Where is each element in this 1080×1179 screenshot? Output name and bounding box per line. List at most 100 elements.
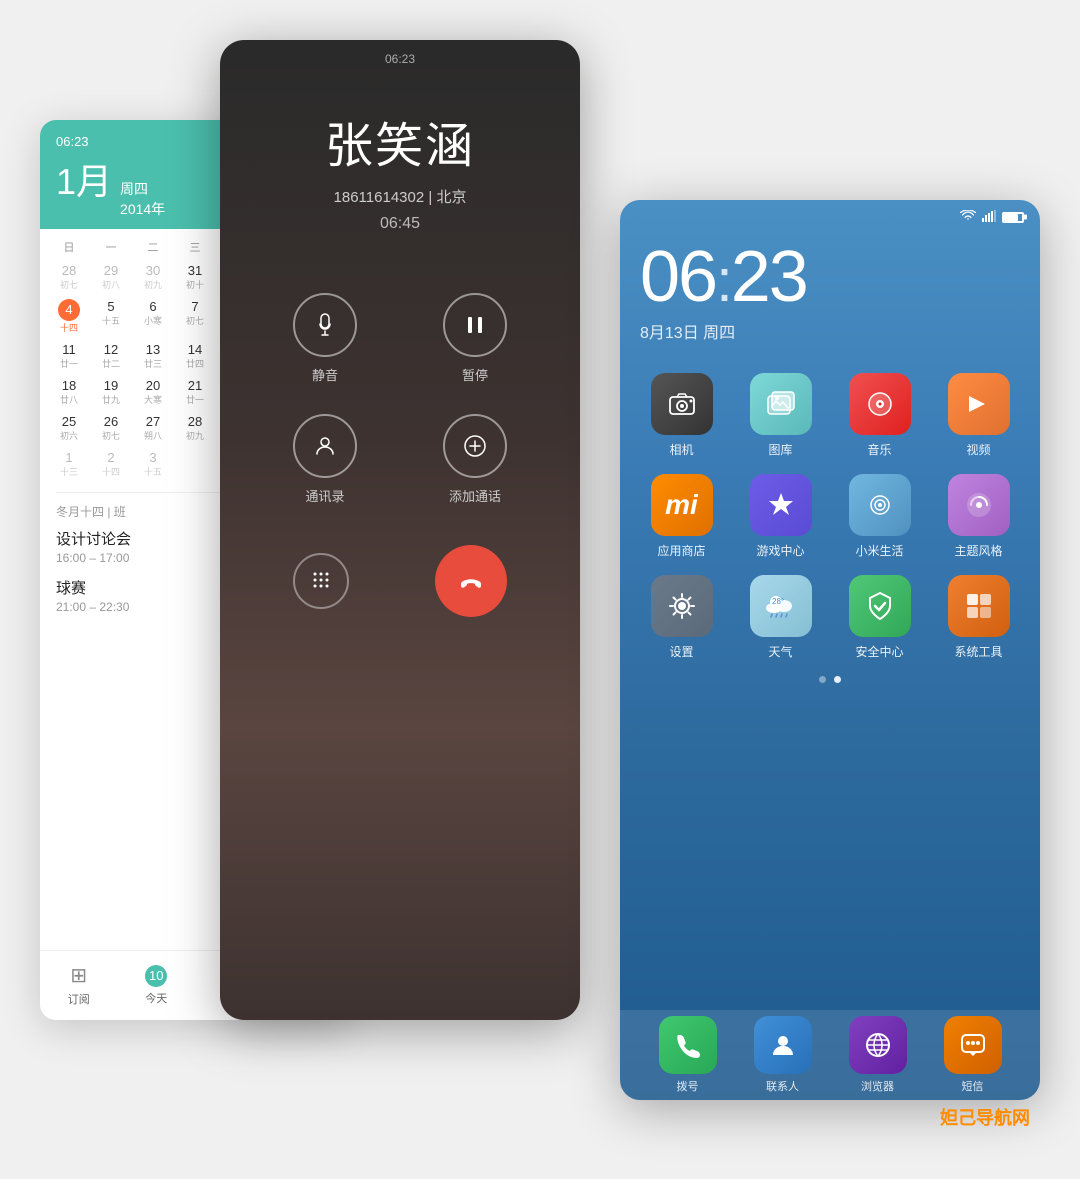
cal-day[interactable]: 19廿九 (90, 374, 132, 410)
home-screen: 06:23 8月13日 周四 相机 (620, 200, 1040, 1100)
browser-dock-label: 浏览器 (861, 1078, 894, 1094)
xiaomi-label: 小米生活 (855, 542, 903, 559)
dot-2[interactable] (834, 676, 841, 683)
clock-hours: 06 (640, 237, 716, 317)
toolbar-subscribe-label: 订阅 (68, 991, 90, 1007)
phone-dock-icon (659, 1016, 717, 1074)
phone-top-buttons: 静音 暂停 (220, 233, 580, 384)
camera-app-icon (651, 373, 713, 435)
cal-day[interactable]: 28初七 (48, 259, 90, 295)
contacts-dock-label: 联系人 (766, 1078, 799, 1094)
app-xiaomi[interactable]: 小米生活 (838, 474, 921, 559)
svg-text:28°: 28° (772, 597, 784, 606)
dock-browser[interactable]: 浏览器 (849, 1016, 907, 1094)
cal-day[interactable]: 12廿二 (90, 338, 132, 374)
cal-day[interactable]: 14廿四 (174, 338, 216, 374)
video-app-icon (948, 373, 1010, 435)
phone-duration: 06:45 (220, 215, 580, 233)
mic-icon (313, 313, 337, 337)
cal-day[interactable]: 25初六 (48, 410, 90, 446)
cal-day[interactable]: 1十三 (48, 446, 90, 482)
cal-day[interactable]: 2十四 (90, 446, 132, 482)
add-icon (463, 434, 487, 458)
dialpad-button[interactable] (293, 553, 349, 609)
weather-label: 天气 (768, 643, 792, 660)
pause-button[interactable]: 暂停 (443, 293, 507, 384)
add-call-icon-circle (443, 414, 507, 478)
add-call-button[interactable]: 添加通话 (443, 414, 507, 505)
pause-icon-circle (443, 293, 507, 357)
gallery-app-icon (750, 373, 812, 435)
mute-label: 静音 (312, 365, 338, 384)
security-label: 安全中心 (855, 643, 903, 660)
contacts-button[interactable]: 通讯录 (293, 414, 357, 505)
watermark: 妲己导航网 (940, 1104, 1030, 1130)
cal-day[interactable]: 6小寒 (132, 295, 174, 338)
page-dots (620, 676, 1040, 683)
home-clock-time: 06:23 (640, 241, 1020, 313)
music-label: 音乐 (867, 441, 891, 458)
tools-label: 系统工具 (954, 643, 1002, 660)
today-badge: 10 (145, 965, 167, 987)
app-game[interactable]: 游戏中心 (739, 474, 822, 559)
cal-day[interactable]: 27朔八 (132, 410, 174, 446)
app-security[interactable]: 安全中心 (838, 575, 921, 660)
cal-day[interactable]: 13廿三 (132, 338, 174, 374)
toolbar-subscribe[interactable]: ⊞ 订阅 (68, 963, 90, 1007)
pause-label: 暂停 (462, 365, 488, 384)
security-app-icon (849, 575, 911, 637)
app-music[interactable]: 音乐 (838, 373, 921, 458)
home-status-bar (620, 200, 1040, 225)
settings-label: 设置 (669, 643, 693, 660)
app-video[interactable]: 视频 (937, 373, 1020, 458)
cal-day-today[interactable]: 4十四 (48, 295, 90, 338)
cal-day[interactable]: 7初七 (174, 295, 216, 338)
phone-action-row (220, 505, 580, 617)
cal-day[interactable]: 21廿一 (174, 374, 216, 410)
theme-label: 主题风格 (954, 542, 1002, 559)
hangup-icon (456, 566, 486, 596)
app-theme[interactable]: 主题风格 (937, 474, 1020, 559)
app-appstore[interactable]: mi 应用商店 (640, 474, 723, 559)
dock-sms[interactable]: 短信 (944, 1016, 1002, 1094)
app-tools[interactable]: 系统工具 (937, 575, 1020, 660)
cal-day[interactable]: 20大寒 (132, 374, 174, 410)
cal-day[interactable]: 5十五 (90, 295, 132, 338)
sms-dock-icon (944, 1016, 1002, 1074)
browser-dock-icon (849, 1016, 907, 1074)
mute-button[interactable]: 静音 (293, 293, 357, 384)
dot-1[interactable] (819, 676, 826, 683)
battery-icon (1002, 212, 1024, 223)
cal-day[interactable]: 28初九 (174, 410, 216, 446)
cal-day[interactable]: 31初十 (174, 259, 216, 295)
cal-day[interactable]: 30初九 (132, 259, 174, 295)
music-app-icon (849, 373, 911, 435)
hangup-button[interactable] (435, 545, 507, 617)
contacts-label: 通讯录 (305, 486, 344, 505)
gallery-label: 图库 (768, 441, 792, 458)
dock-phone[interactable]: 拨号 (659, 1016, 717, 1094)
subscribe-icon: ⊞ (70, 963, 87, 988)
toolbar-today[interactable]: 10 今天 (145, 965, 167, 1006)
app-camera[interactable]: 相机 (640, 373, 723, 458)
calendar-year: 2014年 (120, 199, 165, 219)
phone-dock-label: 拨号 (677, 1078, 699, 1094)
dock-contacts[interactable]: 联系人 (754, 1016, 812, 1094)
cal-day[interactable]: 29初八 (90, 259, 132, 295)
app-gallery[interactable]: 图库 (739, 373, 822, 458)
video-label: 视频 (966, 441, 990, 458)
cal-day[interactable]: 11廿一 (48, 338, 90, 374)
cal-day[interactable]: 3十五 (132, 446, 174, 482)
scene: 06:23 1月 周四 2014年 日 一 二 三 四 五 六 28初七 (40, 40, 1040, 1140)
game-label: 游戏中心 (756, 542, 804, 559)
app-settings[interactable]: 设置 (640, 575, 723, 660)
cal-day[interactable]: 26初七 (90, 410, 132, 446)
contacts-icon-circle (293, 414, 357, 478)
pause-icon (463, 313, 487, 337)
calendar-weekday: 周四 (120, 179, 165, 199)
cal-day[interactable]: 18廿八 (48, 374, 90, 410)
app-weather[interactable]: 28° 天气 (739, 575, 822, 660)
phone-caller-info: 18611614302 | 北京 (220, 186, 580, 207)
tools-app-icon (948, 575, 1010, 637)
calendar-month: 1月 (56, 153, 112, 205)
